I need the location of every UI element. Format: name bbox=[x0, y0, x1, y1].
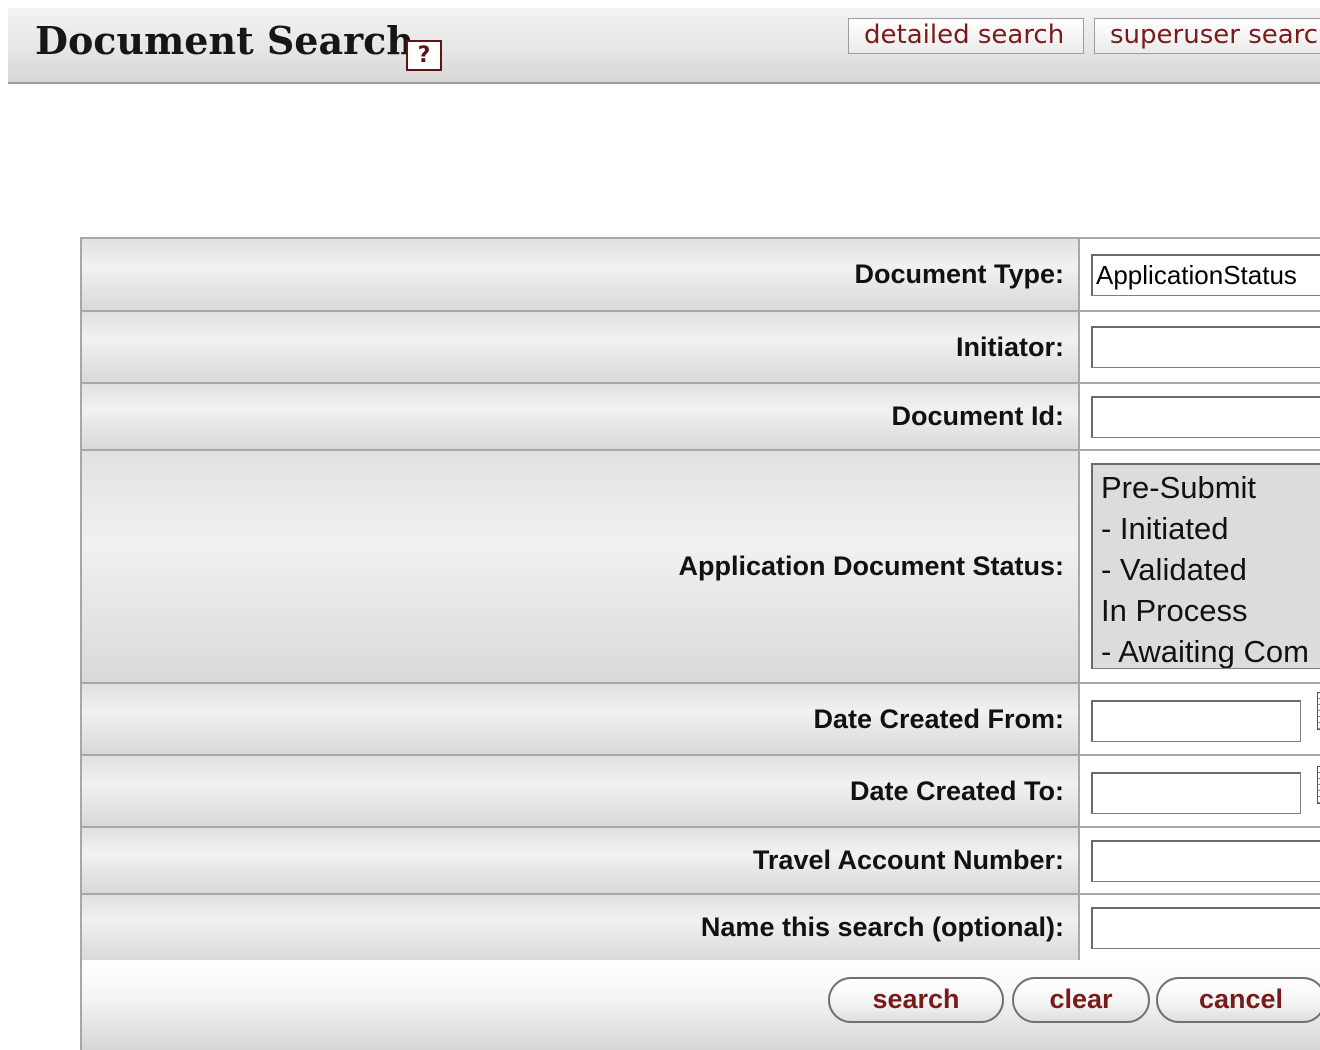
travel-account-number-input[interactable] bbox=[1091, 840, 1320, 882]
document-id-label: Document Id: bbox=[80, 382, 1080, 451]
travel-account-number-row: Travel Account Number: bbox=[80, 826, 1320, 895]
date-created-to-field-cell bbox=[1078, 754, 1320, 828]
initiator-field-cell bbox=[1078, 310, 1320, 384]
date-created-from-label: Date Created From: bbox=[80, 682, 1080, 756]
status-option[interactable]: - Awaiting Com bbox=[1093, 631, 1320, 668]
document-type-label: Document Type: bbox=[80, 237, 1080, 312]
document-id-row: Document Id: bbox=[80, 382, 1320, 451]
detailed-search-button[interactable]: detailed search bbox=[848, 18, 1084, 54]
action-button-bar: search clear cancel bbox=[80, 960, 1320, 1050]
document-id-field-cell bbox=[1078, 382, 1320, 451]
search-name-field-cell bbox=[1078, 893, 1320, 962]
page-header: Document Search ? detailed search superu… bbox=[8, 8, 1320, 84]
status-option[interactable]: - Validated bbox=[1093, 549, 1320, 590]
date-created-from-row: Date Created From: bbox=[80, 682, 1320, 756]
initiator-row: Initiator: bbox=[80, 310, 1320, 384]
document-id-input[interactable] bbox=[1091, 396, 1320, 438]
date-created-from-field-cell bbox=[1078, 682, 1320, 756]
search-name-row: Name this search (optional): bbox=[80, 893, 1320, 962]
status-option[interactable]: In Process bbox=[1093, 590, 1320, 631]
page-title: Document Search bbox=[35, 18, 414, 63]
cancel-button[interactable]: cancel bbox=[1156, 977, 1320, 1023]
search-name-input[interactable] bbox=[1091, 907, 1320, 949]
document-type-input[interactable]: ApplicationStatus bbox=[1091, 254, 1320, 296]
date-created-to-label: Date Created To: bbox=[80, 754, 1080, 828]
date-created-to-input[interactable] bbox=[1091, 772, 1301, 814]
application-document-status-row: Application Document Status: Pre-Submit … bbox=[80, 449, 1320, 684]
initiator-input[interactable] bbox=[1091, 326, 1320, 368]
help-question-icon[interactable]: ? bbox=[406, 40, 442, 71]
search-button[interactable]: search bbox=[828, 977, 1004, 1023]
application-document-status-field-cell: Pre-Submit - Initiated - Validated In Pr… bbox=[1078, 449, 1320, 684]
document-type-field-cell: ApplicationStatus bbox=[1078, 237, 1320, 312]
search-name-label: Name this search (optional): bbox=[80, 893, 1080, 962]
clear-button[interactable]: clear bbox=[1012, 977, 1150, 1023]
search-criteria-table: Document Type: ApplicationStatus Initiat… bbox=[80, 237, 1320, 962]
date-created-from-input[interactable] bbox=[1091, 700, 1301, 742]
application-document-status-label: Application Document Status: bbox=[80, 449, 1080, 684]
date-created-to-row: Date Created To: bbox=[80, 754, 1320, 828]
application-document-status-select[interactable]: Pre-Submit - Initiated - Validated In Pr… bbox=[1091, 463, 1320, 669]
status-option[interactable]: - Initiated bbox=[1093, 508, 1320, 549]
status-option[interactable]: Pre-Submit bbox=[1093, 467, 1320, 508]
initiator-label: Initiator: bbox=[80, 310, 1080, 384]
document-type-row: Document Type: ApplicationStatus bbox=[80, 237, 1320, 312]
travel-account-number-field-cell bbox=[1078, 826, 1320, 895]
superuser-search-button[interactable]: superuser search bbox=[1094, 18, 1320, 54]
travel-account-number-label: Travel Account Number: bbox=[80, 826, 1080, 895]
